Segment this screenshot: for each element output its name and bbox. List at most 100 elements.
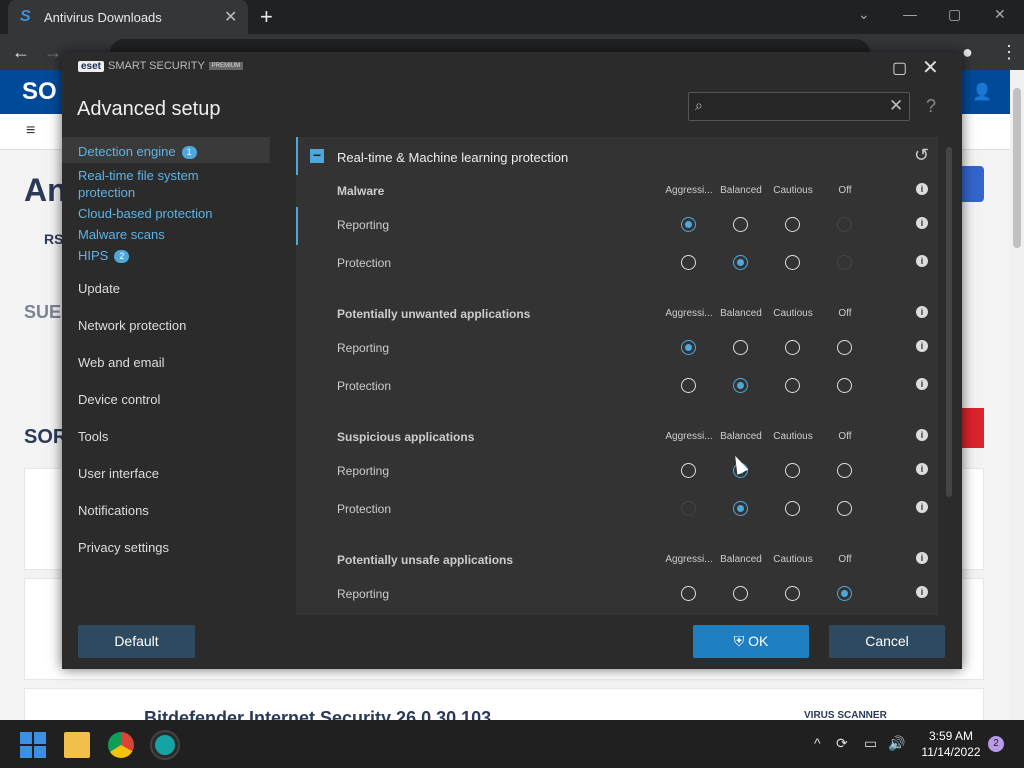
level-radio[interactable]	[681, 255, 696, 270]
level-radio[interactable]	[681, 463, 696, 478]
profile-icon[interactable]: ●	[962, 42, 973, 63]
row-label: Protection	[337, 379, 392, 393]
level-radio[interactable]	[733, 586, 748, 601]
level-radio[interactable]	[837, 501, 852, 516]
nav-item[interactable]: HIPS 2	[78, 247, 130, 264]
info-icon[interactable]: i	[916, 552, 928, 564]
network-icon[interactable]: ▭	[864, 735, 877, 752]
info-icon[interactable]: i	[916, 217, 928, 229]
row-label: Reporting	[337, 341, 390, 355]
rss-link[interactable]: RS	[44, 231, 63, 247]
level-radio[interactable]	[733, 501, 748, 516]
tab-search-icon[interactable]: ⌄	[858, 6, 870, 23]
level-radio[interactable]	[837, 378, 852, 393]
nav-item[interactable]: Cloud-based protection	[78, 205, 212, 222]
collapse-icon[interactable]: −	[310, 148, 324, 163]
page-scrollbar[interactable]	[1010, 70, 1024, 720]
clear-search-icon[interactable]: ✕	[889, 96, 903, 116]
close-window-button[interactable]: ✕	[994, 6, 1006, 23]
nav-item-label: Network protection	[78, 318, 187, 333]
level-radio[interactable]	[733, 340, 748, 355]
info-icon[interactable]: i	[916, 501, 928, 513]
level-radio[interactable]	[733, 378, 748, 393]
volume-icon[interactable]: 🔊	[888, 735, 905, 752]
file-explorer-icon[interactable]	[64, 732, 90, 758]
time: 3:59 AM	[928, 729, 974, 743]
ok-button[interactable]: ⛨ OK	[693, 625, 809, 658]
level-header: Aggressi...	[665, 185, 713, 196]
revert-icon[interactable]: ↺	[914, 145, 929, 166]
info-icon[interactable]: i	[916, 306, 928, 318]
level-header: Balanced	[720, 185, 762, 196]
info-icon[interactable]: i	[916, 340, 928, 352]
new-tab-button[interactable]: +	[260, 4, 273, 30]
level-radio[interactable]	[785, 501, 800, 516]
notification-badge[interactable]: 2	[988, 736, 1004, 752]
level-radio[interactable]	[785, 378, 800, 393]
level-radio[interactable]	[785, 217, 800, 232]
level-radio[interactable]	[785, 340, 800, 355]
info-icon[interactable]: i	[916, 463, 928, 475]
default-button[interactable]: Default	[78, 625, 195, 658]
level-radio[interactable]	[681, 378, 696, 393]
nav-item-label: Device control	[78, 392, 161, 407]
level-radio[interactable]	[681, 586, 696, 601]
level-header: Balanced	[720, 308, 762, 319]
level-radio[interactable]	[785, 255, 800, 270]
eset-taskbar-icon[interactable]	[150, 730, 180, 760]
level-radio[interactable]	[785, 586, 800, 601]
nav-item[interactable]: Web and email	[78, 355, 164, 370]
group-title: Suspicious applications	[337, 430, 475, 444]
settings-panel: − Real-time & Machine learning protectio…	[296, 137, 938, 615]
hamburger-icon[interactable]: ≡	[26, 122, 35, 140]
nav-item[interactable]: User interface	[78, 466, 159, 481]
clock[interactable]: 3:59 AM 11/14/2022	[916, 728, 986, 760]
level-radio[interactable]	[733, 217, 748, 232]
nav-item[interactable]: Detection engine 1	[78, 143, 197, 160]
settings-search-input[interactable]: ⌕ ✕	[688, 92, 910, 121]
level-radio[interactable]	[681, 217, 696, 232]
minimize-button[interactable]: —	[903, 6, 917, 22]
info-icon[interactable]: i	[916, 255, 928, 267]
level-header: Off	[838, 554, 852, 565]
nav-item-label: Real-time file system protection	[78, 168, 199, 200]
browser-tab[interactable]: S Antivirus Downloads ✕	[8, 0, 248, 34]
close-icon[interactable]: ✕	[922, 55, 939, 80]
nav-item[interactable]: Malware scans	[78, 226, 165, 243]
panel-scrollbar[interactable]	[946, 147, 952, 497]
help-icon[interactable]: ?	[926, 96, 936, 117]
tray-overflow-icon[interactable]: ^	[814, 735, 821, 751]
nav-item[interactable]: Network protection	[78, 318, 186, 333]
user-icon[interactable]: 👤	[972, 82, 992, 102]
level-radio[interactable]	[681, 340, 696, 355]
nav-item[interactable]: Device control	[78, 392, 160, 407]
site-logo[interactable]: SO	[22, 78, 57, 106]
back-arrow-icon[interactable]: ←	[12, 42, 30, 63]
forward-arrow-icon[interactable]: →	[44, 42, 62, 63]
nav-item[interactable]: Real-time file system protection	[78, 167, 228, 201]
shield-icon: ⛨	[733, 633, 749, 649]
nav-item-label: Cloud-based protection	[78, 206, 213, 221]
info-icon[interactable]: i	[916, 429, 928, 441]
scroll-thumb[interactable]	[1013, 88, 1021, 248]
nav-item[interactable]: Privacy settings	[78, 540, 169, 555]
chrome-icon[interactable]	[108, 732, 134, 758]
cancel-button[interactable]: Cancel	[829, 625, 945, 658]
level-radio[interactable]	[785, 463, 800, 478]
info-icon[interactable]: i	[916, 183, 928, 195]
level-radio[interactable]	[837, 340, 852, 355]
info-icon[interactable]: i	[916, 378, 928, 390]
nav-item[interactable]: Update	[78, 281, 120, 296]
info-icon[interactable]: i	[916, 586, 928, 598]
level-radio[interactable]	[837, 586, 852, 601]
maximize-icon[interactable]: ▢	[892, 58, 907, 78]
sync-icon[interactable]: ⟳	[836, 735, 848, 752]
nav-item[interactable]: Tools	[78, 429, 108, 444]
nav-item[interactable]: Notifications	[78, 503, 149, 518]
level-radio[interactable]	[837, 463, 852, 478]
ok-label: OK	[748, 633, 769, 649]
maximize-button[interactable]: ▢	[948, 6, 961, 23]
browser-menu-icon[interactable]: ⋮	[1000, 42, 1018, 63]
level-radio[interactable]	[733, 255, 748, 270]
close-tab-icon[interactable]: ✕	[224, 7, 237, 27]
